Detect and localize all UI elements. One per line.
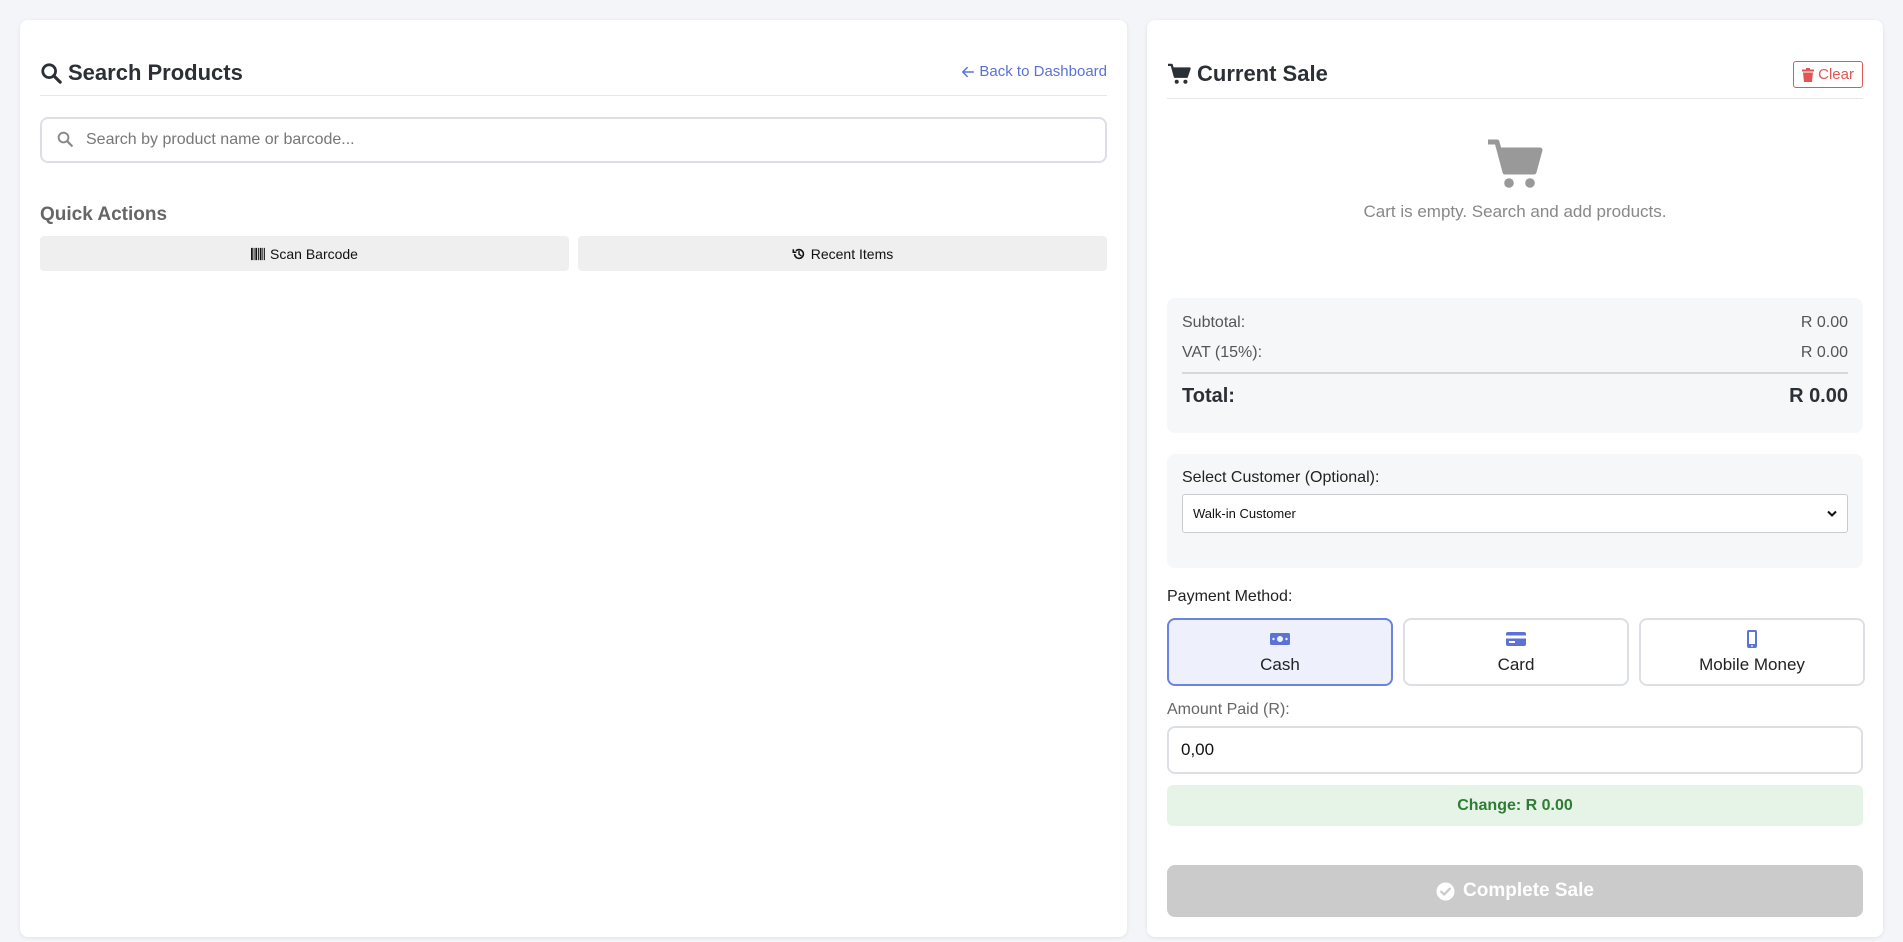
totals-divider <box>1182 372 1848 374</box>
vat-label: VAT (15%): <box>1182 344 1263 361</box>
sale-panel-title: Current Sale <box>1167 61 1328 87</box>
search-panel-header: Search Products Back to Dashboard <box>40 40 1107 96</box>
amount-paid-input[interactable] <box>1167 726 1863 774</box>
sale-panel-title-text: Current Sale <box>1197 61 1328 86</box>
payment-cash-button[interactable]: Cash <box>1167 618 1393 686</box>
total-row: Total: R 0.00 <box>1182 385 1848 408</box>
search-panel-title-text: Search Products <box>68 60 243 85</box>
back-to-dashboard-link[interactable]: Back to Dashboard <box>961 63 1107 80</box>
payment-cash-label: Cash <box>1260 655 1300 674</box>
change-display: Change: R 0.00 <box>1167 785 1863 826</box>
vat-row: VAT (15%): R 0.00 <box>1182 344 1848 362</box>
mobile-phone-icon <box>1747 630 1757 648</box>
payment-card-label: Card <box>1497 655 1535 674</box>
product-search-input[interactable] <box>86 119 1095 161</box>
complete-sale-label: Complete Sale <box>1463 880 1594 901</box>
barcode-icon <box>251 247 266 260</box>
quick-actions-title: Quick Actions <box>40 204 168 225</box>
clear-cart-button[interactable]: Clear <box>1793 61 1863 88</box>
clear-cart-label: Clear <box>1818 66 1854 83</box>
credit-card-icon <box>1506 632 1526 646</box>
subtotal-row: Subtotal: R 0.00 <box>1182 314 1848 332</box>
sale-totals-box: Subtotal: R 0.00 VAT (15%): R 0.00 Total… <box>1167 298 1863 433</box>
vat-value: R 0.00 <box>1800 344 1848 361</box>
scan-barcode-button[interactable]: Scan Barcode <box>40 236 569 271</box>
current-sale-panel: Current Sale Clear Cart is empty. Search… <box>1147 20 1883 937</box>
recent-items-label: Recent Items <box>810 245 894 262</box>
subtotal-value: R 0.00 <box>1800 314 1848 331</box>
customer-selected-value: Walk-in Customer <box>1193 506 1296 521</box>
subtotal-label: Subtotal: <box>1182 314 1246 331</box>
search-panel-title: Search Products <box>40 60 243 86</box>
payment-card-button[interactable]: Card <box>1403 618 1629 686</box>
payment-method-label: Payment Method: <box>1167 588 1293 605</box>
total-label: Total: <box>1182 385 1235 407</box>
amount-paid-label: Amount Paid (R): <box>1167 701 1290 718</box>
payment-mobile-money-label: Mobile Money <box>1699 655 1805 674</box>
arrow-left-icon <box>962 66 975 77</box>
scan-barcode-label: Scan Barcode <box>270 245 358 262</box>
sale-panel-header: Current Sale Clear <box>1167 40 1863 99</box>
search-products-panel: Search Products Back to Dashboard Quick … <box>20 20 1127 937</box>
total-value: R 0.00 <box>1789 385 1848 407</box>
chevron-down-icon <box>1827 510 1837 517</box>
check-circle-icon <box>1436 881 1455 901</box>
shopping-cart-icon <box>1488 139 1543 188</box>
payment-mobile-money-button[interactable]: Mobile Money <box>1639 618 1865 686</box>
search-icon <box>57 131 73 147</box>
complete-sale-button[interactable]: Complete Sale <box>1167 865 1863 917</box>
search-icon <box>41 63 62 84</box>
shopping-cart-icon <box>1168 63 1191 84</box>
empty-cart-message: Cart is empty. Search and add products. <box>1363 202 1667 221</box>
customer-select-dropdown[interactable]: Walk-in Customer <box>1182 494 1848 533</box>
empty-cart-state: Cart is empty. Search and add products. <box>1167 138 1863 222</box>
recent-items-button[interactable]: Recent Items <box>578 236 1107 271</box>
product-search-box <box>40 117 1107 163</box>
trash-icon <box>1802 67 1815 82</box>
customer-select-box: Select Customer (Optional): Walk-in Cust… <box>1167 454 1863 568</box>
customer-select-label: Select Customer (Optional): <box>1182 469 1380 486</box>
money-bill-icon <box>1270 633 1290 645</box>
history-icon <box>792 248 804 259</box>
back-to-dashboard-label: Back to Dashboard <box>979 63 1107 80</box>
